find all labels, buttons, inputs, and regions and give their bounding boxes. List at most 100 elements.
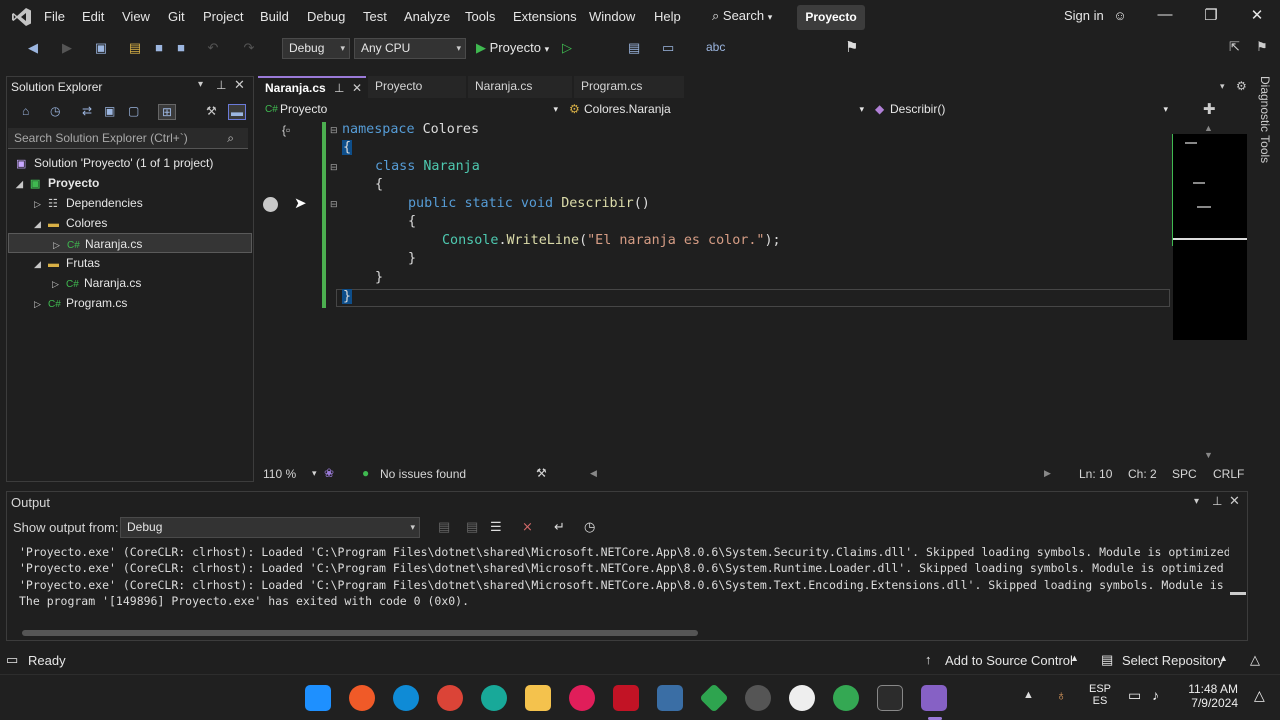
collapsed-icon[interactable]: ▷ bbox=[52, 274, 66, 294]
edge-icon[interactable] bbox=[393, 685, 419, 711]
slack-icon[interactable] bbox=[569, 685, 595, 711]
menu-test[interactable]: Test bbox=[363, 9, 387, 24]
platform-select[interactable]: Any CPU ▾ bbox=[354, 38, 466, 59]
collapse-all-icon[interactable]: ▣ bbox=[104, 104, 115, 118]
volume-icon[interactable]: ♪ bbox=[1152, 687, 1159, 703]
run-button[interactable]: ▶ Proyecto ▾ bbox=[476, 40, 549, 56]
gitkraken-icon[interactable] bbox=[699, 683, 729, 713]
char-number[interactable]: Ch: 2 bbox=[1128, 467, 1157, 481]
bookmark-icon[interactable]: ⚑ bbox=[845, 38, 858, 56]
copilot-icon[interactable]: ❀ bbox=[324, 466, 334, 480]
collapse-namespace-icon[interactable]: ⊟ bbox=[330, 125, 338, 136]
expanded-icon[interactable]: ◢ bbox=[16, 174, 30, 194]
tree-item-project[interactable]: ◢ ▣ Proyecto bbox=[16, 173, 99, 193]
cleanup-icon[interactable]: ⚒ bbox=[536, 466, 547, 480]
menu-tools[interactable]: Tools bbox=[465, 9, 495, 24]
next-message-icon[interactable]: ▤ bbox=[466, 519, 478, 535]
minimize-icon[interactable]: — bbox=[1155, 6, 1175, 23]
menu-git[interactable]: Git bbox=[168, 9, 185, 24]
redo-icon[interactable]: ↷ bbox=[240, 39, 258, 57]
collapse-class-icon[interactable]: ⊟ bbox=[330, 162, 338, 173]
edge-dev-icon[interactable] bbox=[481, 685, 507, 711]
close-window-icon[interactable]: ✕ bbox=[1247, 6, 1267, 24]
minimap-viewport[interactable] bbox=[1173, 238, 1247, 240]
menu-extensions[interactable]: Extensions bbox=[513, 9, 577, 24]
tab-naranja[interactable]: Naranja.cs bbox=[468, 76, 572, 98]
spellcheck-icon[interactable]: abc bbox=[706, 40, 725, 54]
back-icon[interactable]: ◀ bbox=[24, 39, 42, 57]
history-icon[interactable]: ◷ bbox=[50, 104, 60, 118]
open-folder-icon[interactable]: ▤ bbox=[126, 39, 144, 57]
collapsed-icon[interactable]: ▷ bbox=[34, 294, 48, 314]
gear-icon[interactable]: ⚙ bbox=[1236, 79, 1247, 93]
undo-icon[interactable]: ↶ bbox=[204, 39, 222, 57]
close-panel-icon[interactable]: ✕ bbox=[234, 77, 245, 93]
chevron-up-icon[interactable]: ▲ bbox=[1023, 689, 1034, 701]
project-nav-select[interactable]: C# Proyecto ▾ bbox=[262, 100, 562, 119]
tree-item-naranja-colores[interactable]: ▷ C# Naranja.cs bbox=[8, 233, 252, 253]
close-panel-icon[interactable]: ✕ bbox=[1229, 493, 1240, 509]
clock[interactable]: 11:48 AM 7/9/2024 bbox=[1180, 682, 1238, 710]
rider-icon[interactable] bbox=[613, 685, 639, 711]
tree-item-folder-colores[interactable]: ◢ ▬ Colores bbox=[34, 213, 107, 233]
network-icon[interactable]: ▭ bbox=[1128, 687, 1141, 704]
menu-build[interactable]: Build bbox=[260, 9, 289, 24]
menu-analyze[interactable]: Analyze bbox=[404, 9, 450, 24]
menu-project[interactable]: Project bbox=[203, 9, 243, 24]
notification-bell-icon[interactable]: △ bbox=[1254, 687, 1265, 704]
tab-overflow-icon[interactable]: ▾ bbox=[1220, 81, 1225, 92]
chevron-up-icon[interactable]: ▲ bbox=[1219, 653, 1228, 663]
zoom-level[interactable]: 110 % bbox=[263, 467, 296, 481]
tree-item-naranja-frutas[interactable]: ▷ C# Naranja.cs bbox=[52, 273, 141, 293]
visual-studio-icon[interactable] bbox=[921, 685, 947, 711]
whitespace-mode[interactable]: SPC bbox=[1172, 467, 1197, 481]
issues-status[interactable]: No issues found bbox=[380, 467, 466, 481]
expanded-icon[interactable]: ◢ bbox=[34, 214, 48, 234]
chevron-down-icon[interactable]: ▾ bbox=[312, 468, 317, 479]
menu-view[interactable]: View bbox=[122, 9, 150, 24]
output-source-select[interactable]: Debug ▾ bbox=[120, 517, 420, 538]
menu-window[interactable]: Window bbox=[589, 9, 635, 24]
output-v-scrollbar[interactable] bbox=[1230, 592, 1246, 595]
microphone-icon[interactable]: ♁ bbox=[1056, 687, 1067, 703]
config-select[interactable]: Debug ▾ bbox=[282, 38, 350, 59]
show-all-files-icon[interactable]: ▢ bbox=[128, 104, 139, 118]
sign-in-button[interactable]: Sign in ☺ bbox=[1064, 8, 1127, 23]
restore-icon[interactable]: ❐ bbox=[1201, 6, 1221, 24]
window-layout-icon[interactable]: ▭ bbox=[662, 40, 674, 56]
line-ending[interactable]: CRLF bbox=[1213, 467, 1244, 481]
minimap[interactable] bbox=[1173, 134, 1247, 340]
type-nav-select[interactable]: ⚙ Colores.Naranja ▾ bbox=[566, 100, 868, 119]
collapsed-icon[interactable]: ▷ bbox=[34, 194, 48, 214]
azure-data-studio-icon[interactable] bbox=[657, 685, 683, 711]
sync-icon[interactable]: ⇄ bbox=[82, 104, 92, 118]
scroll-right-icon[interactable]: ▶ bbox=[1044, 468, 1051, 479]
member-nav-select[interactable]: ◆ Describir() ▾ bbox=[872, 100, 1172, 119]
properties-icon[interactable]: ⚒ bbox=[206, 104, 217, 118]
save-icon[interactable]: ■ bbox=[150, 39, 168, 57]
output-h-scrollbar[interactable] bbox=[22, 630, 698, 636]
preview-icon[interactable]: ▬ bbox=[228, 104, 246, 120]
language-indicator[interactable]: ESP ES bbox=[1089, 683, 1111, 707]
close-tab-icon[interactable]: ✕ bbox=[352, 78, 362, 98]
expanded-icon[interactable]: ◢ bbox=[34, 254, 48, 274]
clear-all-icon[interactable]: ⨯ bbox=[522, 519, 533, 535]
split-editor-icon[interactable]: ✚ bbox=[1203, 100, 1216, 118]
solution-search-input[interactable]: Search Solution Explorer (Ctrl+`) ⌕ bbox=[8, 128, 248, 149]
tab-proyecto[interactable]: Proyecto bbox=[368, 76, 466, 98]
folder-view-icon[interactable]: ▤ bbox=[628, 40, 640, 56]
chevron-up-icon[interactable]: ▲ bbox=[1070, 653, 1079, 663]
chevron-down-icon[interactable]: ▾ bbox=[1194, 496, 1199, 507]
word-wrap-icon[interactable]: ↵ bbox=[554, 519, 565, 535]
diagnostic-tools-tab[interactable]: Diagnostic Tools bbox=[1254, 76, 1272, 176]
feedback-icon[interactable]: ⚑ bbox=[1256, 39, 1268, 55]
home-icon[interactable]: ⌂ bbox=[22, 104, 29, 118]
repository-button[interactable]: Select Repository bbox=[1122, 653, 1224, 668]
file-explorer-icon[interactable] bbox=[525, 685, 551, 711]
clear-icon[interactable]: ☰ bbox=[490, 519, 502, 535]
tree-item-program[interactable]: ▷ C# Program.cs bbox=[34, 293, 127, 313]
tree-item-dependencies[interactable]: ▷ ☷ Dependencies bbox=[34, 193, 143, 213]
tab-program[interactable]: Program.cs bbox=[574, 76, 684, 98]
collapsed-icon[interactable]: ▷ bbox=[53, 235, 67, 255]
terminal-icon[interactable] bbox=[877, 685, 903, 711]
